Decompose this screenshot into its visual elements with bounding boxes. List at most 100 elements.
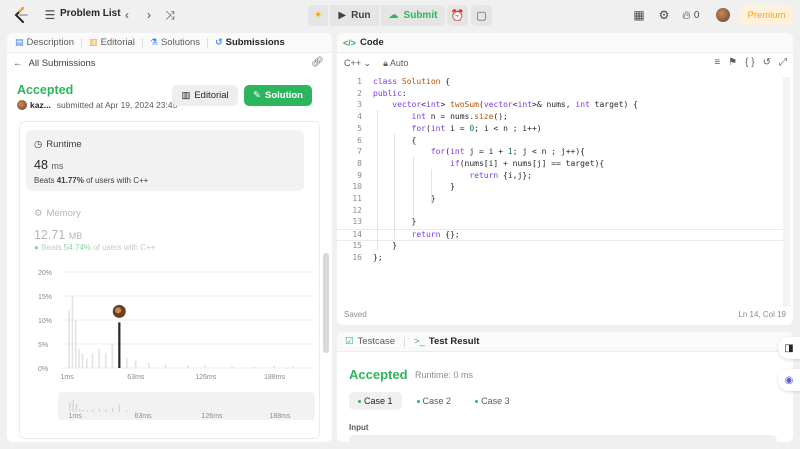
bar[interactable] bbox=[86, 358, 88, 368]
code-line[interactable]: 4 int n = nums.size(); bbox=[337, 112, 785, 124]
code-line[interactable]: 2 public: bbox=[337, 89, 785, 101]
bar[interactable] bbox=[204, 365, 207, 368]
bar[interactable] bbox=[81, 353, 84, 368]
tab-submissions[interactable]: ↺ Submissions bbox=[215, 37, 285, 48]
code-line[interactable]: 7 for(int j = i + 1; j < n ; j++){ bbox=[337, 147, 785, 159]
line-number: 1 bbox=[357, 77, 362, 86]
bar[interactable] bbox=[148, 363, 150, 368]
case-tab-2[interactable]: Case 2 bbox=[408, 392, 461, 410]
bar[interactable] bbox=[134, 360, 137, 368]
bar[interactable] bbox=[71, 296, 74, 368]
gear-icon[interactable]: ⚙ bbox=[656, 7, 672, 23]
problem-list-link[interactable]: Problem List bbox=[60, 8, 121, 19]
bar[interactable] bbox=[74, 320, 77, 368]
leetcode-logo-icon[interactable] bbox=[12, 6, 30, 24]
bar[interactable] bbox=[231, 366, 233, 368]
bar[interactable] bbox=[78, 348, 80, 368]
solution-button[interactable]: ✎ Solution bbox=[244, 85, 312, 106]
shuffle-icon[interactable]: ⤨ bbox=[162, 7, 178, 23]
case-tabs: Case 1 Case 2 Case 3 bbox=[349, 392, 519, 410]
run-button[interactable]: ▶ Run bbox=[330, 5, 379, 26]
all-submissions-link[interactable]: ← All Submissions bbox=[13, 58, 96, 69]
submit-button[interactable]: ☁ Submit bbox=[380, 5, 446, 26]
fullscreen-icon[interactable]: ⤢ bbox=[779, 57, 787, 68]
bar[interactable] bbox=[253, 366, 256, 368]
code-line[interactable]: 12 bbox=[337, 206, 785, 218]
timer-button[interactable]: ⏰ bbox=[447, 5, 468, 26]
list-icon[interactable]: ☰ bbox=[42, 7, 58, 23]
panel-scrollbar-thumb[interactable] bbox=[323, 253, 329, 353]
bookmark-icon[interactable]: ⚑ bbox=[728, 57, 737, 68]
user-avatar[interactable] bbox=[716, 8, 730, 22]
bar[interactable] bbox=[126, 358, 128, 368]
code-line[interactable]: 1 class Solution { bbox=[337, 77, 785, 89]
mini-x-tick-label: 1ms bbox=[68, 413, 82, 420]
code-line[interactable]: 9 return {i,j}; bbox=[337, 171, 785, 183]
code-line[interactable]: 5 for(int i = 0; i < n ; i++) bbox=[337, 124, 785, 136]
code-line[interactable]: 14 return {}; bbox=[337, 229, 785, 241]
editor-scrollbar[interactable] bbox=[783, 77, 790, 307]
line-number: 13 bbox=[352, 217, 362, 227]
bar[interactable] bbox=[273, 365, 276, 368]
reset-icon[interactable]: ↺ bbox=[763, 57, 771, 68]
code-line[interactable]: 8 if(nums[i] + nums[j] == target){ bbox=[337, 159, 785, 171]
bar[interactable] bbox=[91, 353, 94, 368]
format-icon[interactable]: ≡ bbox=[714, 57, 720, 68]
my-submission-marker[interactable] bbox=[111, 303, 127, 319]
memory-title-label: Memory bbox=[46, 208, 81, 219]
tab-editorial[interactable]: ▥ Editorial bbox=[89, 37, 135, 48]
bar[interactable] bbox=[187, 365, 189, 368]
bar[interactable] bbox=[164, 364, 167, 368]
runtime-card[interactable]: ◷ Runtime 48 ms Beats 41.77% of users wi… bbox=[26, 130, 304, 191]
editorial-button[interactable]: ▥ Editorial bbox=[172, 85, 238, 106]
tab-test-result[interactable]: Test Result bbox=[429, 336, 480, 347]
bar[interactable] bbox=[98, 348, 100, 368]
tab-solutions[interactable]: ⚗ Solutions bbox=[150, 37, 200, 48]
range-overview-chart[interactable]: 1ms 63ms 126ms 188ms bbox=[58, 392, 315, 420]
code-line[interactable]: 6 { bbox=[337, 136, 785, 148]
runtime-title: ◷ Runtime bbox=[34, 139, 82, 150]
code-line[interactable]: 11 } bbox=[337, 194, 785, 206]
braces-icon[interactable]: { } bbox=[745, 57, 754, 68]
runtime-distribution-chart[interactable]: 20% 15% 10% 5% 0% 1ms 63ms 126ms 188ms bbox=[38, 264, 318, 382]
code-area[interactable]: 1 class Solution {2 public: 3 vector<int> t… bbox=[337, 77, 785, 307]
tab-testcase[interactable]: Testcase bbox=[358, 336, 396, 347]
code-line[interactable]: 16}; bbox=[337, 253, 785, 265]
panel-toggle-icon[interactable]: ◨ bbox=[778, 337, 800, 359]
bar[interactable] bbox=[68, 310, 70, 368]
notes-button[interactable]: ▢ bbox=[471, 5, 492, 26]
code-line[interactable]: 10 } bbox=[337, 182, 785, 194]
mini-bar bbox=[82, 409, 84, 412]
prev-problem-icon[interactable]: ‹ bbox=[119, 7, 135, 23]
code-line[interactable]: 13 } bbox=[337, 217, 785, 229]
case-tab-1[interactable]: Case 1 bbox=[349, 392, 402, 410]
bar[interactable] bbox=[111, 344, 114, 368]
debug-button[interactable]: ✦ bbox=[308, 5, 329, 26]
code-line[interactable]: 15 } bbox=[337, 241, 785, 253]
bar[interactable] bbox=[104, 353, 107, 368]
premium-button[interactable]: Premium bbox=[740, 6, 793, 25]
next-problem-icon[interactable]: › bbox=[141, 7, 157, 23]
beats-value: 41.77% bbox=[56, 176, 84, 185]
code-line[interactable]: 3 vector<int> twoSum(vector<int>& nums, … bbox=[337, 100, 785, 112]
bar[interactable] bbox=[292, 366, 294, 368]
memory-unit: MB bbox=[68, 231, 83, 241]
username[interactable]: kaz... bbox=[30, 100, 51, 110]
line-number: 12 bbox=[352, 205, 362, 215]
editorial-label: Editorial bbox=[194, 90, 229, 101]
streak-count: 0 bbox=[693, 9, 700, 21]
tab-code[interactable]: Code bbox=[360, 37, 384, 48]
streak-counter[interactable]: 🔥︎ 0 bbox=[682, 7, 699, 23]
runtime-value: 48 ms bbox=[34, 158, 63, 172]
auto-mode-toggle[interactable]: 🔒︎ Auto bbox=[383, 58, 408, 69]
mini-bar bbox=[75, 404, 78, 412]
assistant-icon[interactable]: ◉ bbox=[778, 369, 800, 391]
lock-icon: 🔒︎ bbox=[383, 58, 388, 68]
case-tab-3[interactable]: Case 3 bbox=[466, 392, 519, 410]
panel-scrollbar[interactable] bbox=[323, 57, 329, 439]
language-select[interactable]: C++ ⌄ bbox=[344, 58, 371, 69]
memory-title[interactable]: ⚙ Memory bbox=[34, 208, 81, 219]
layout-grid-icon[interactable]: ▦ bbox=[631, 7, 647, 23]
highlight-bar[interactable] bbox=[118, 322, 121, 368]
tab-description[interactable]: ▤ Description bbox=[15, 37, 74, 48]
